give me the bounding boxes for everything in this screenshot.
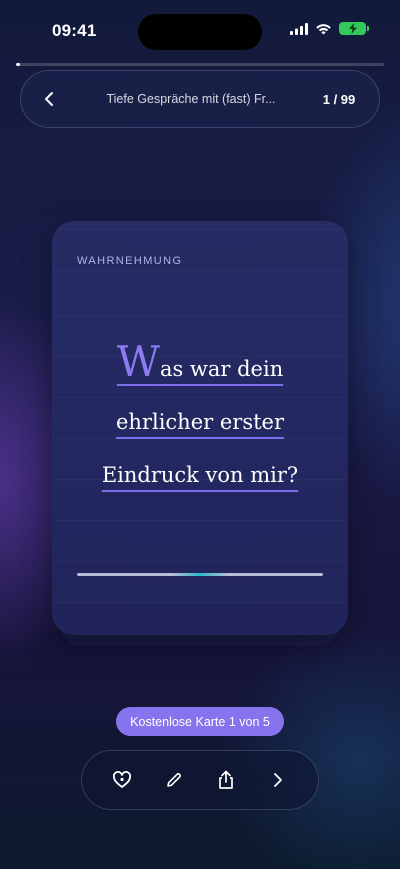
free-card-badge[interactable]: Kostenlose Karte 1 von 5 bbox=[116, 707, 284, 736]
question-line-3: Eindruck von mir? bbox=[101, 463, 299, 487]
pencil-icon bbox=[167, 772, 182, 787]
card-counter: 1 / 99 bbox=[322, 91, 356, 107]
header-bar: Tiefe Gespräche mit (fast) Fr... 1 / 99 bbox=[20, 70, 380, 128]
edit-button[interactable] bbox=[154, 760, 194, 800]
question-card[interactable]: WAHRNEHMUNG Was war dein ehrlicher erste… bbox=[52, 221, 348, 635]
next-card-button[interactable] bbox=[258, 760, 298, 800]
card-category: WAHRNEHMUNG bbox=[77, 255, 183, 267]
share-button[interactable] bbox=[206, 760, 246, 800]
share-icon bbox=[219, 770, 233, 789]
question-drop-cap: W bbox=[116, 337, 160, 386]
question-line-1-text: as war dein bbox=[159, 357, 284, 381]
card-timer-bar bbox=[77, 573, 323, 576]
status-icons bbox=[290, 22, 369, 35]
chevron-right-icon bbox=[274, 773, 282, 787]
deck-title: Tiefe Gespräche mit (fast) Fr... bbox=[106, 92, 276, 106]
chevron-left-icon bbox=[45, 92, 53, 106]
status-time: 09:41 bbox=[52, 21, 97, 40]
back-button[interactable] bbox=[21, 71, 77, 127]
charging-bolt-icon bbox=[348, 23, 357, 34]
heart-icon bbox=[113, 771, 131, 788]
deck-progress-fill bbox=[16, 63, 20, 66]
favorite-button[interactable] bbox=[102, 760, 142, 800]
cellular-signal-icon bbox=[290, 22, 308, 35]
wifi-icon bbox=[316, 23, 331, 34]
status-bar: 09:41 bbox=[0, 0, 400, 62]
battery-icon bbox=[339, 22, 369, 35]
bottom-toolbar bbox=[81, 750, 319, 810]
dynamic-island bbox=[138, 14, 262, 50]
question-line-2: ehrlicher erster bbox=[116, 410, 284, 434]
deck-progress-bar bbox=[16, 63, 384, 66]
question-line-1: Was war dein bbox=[117, 341, 284, 383]
card-question: Was war dein ehrlicher erster Eindruck v… bbox=[72, 341, 328, 502]
